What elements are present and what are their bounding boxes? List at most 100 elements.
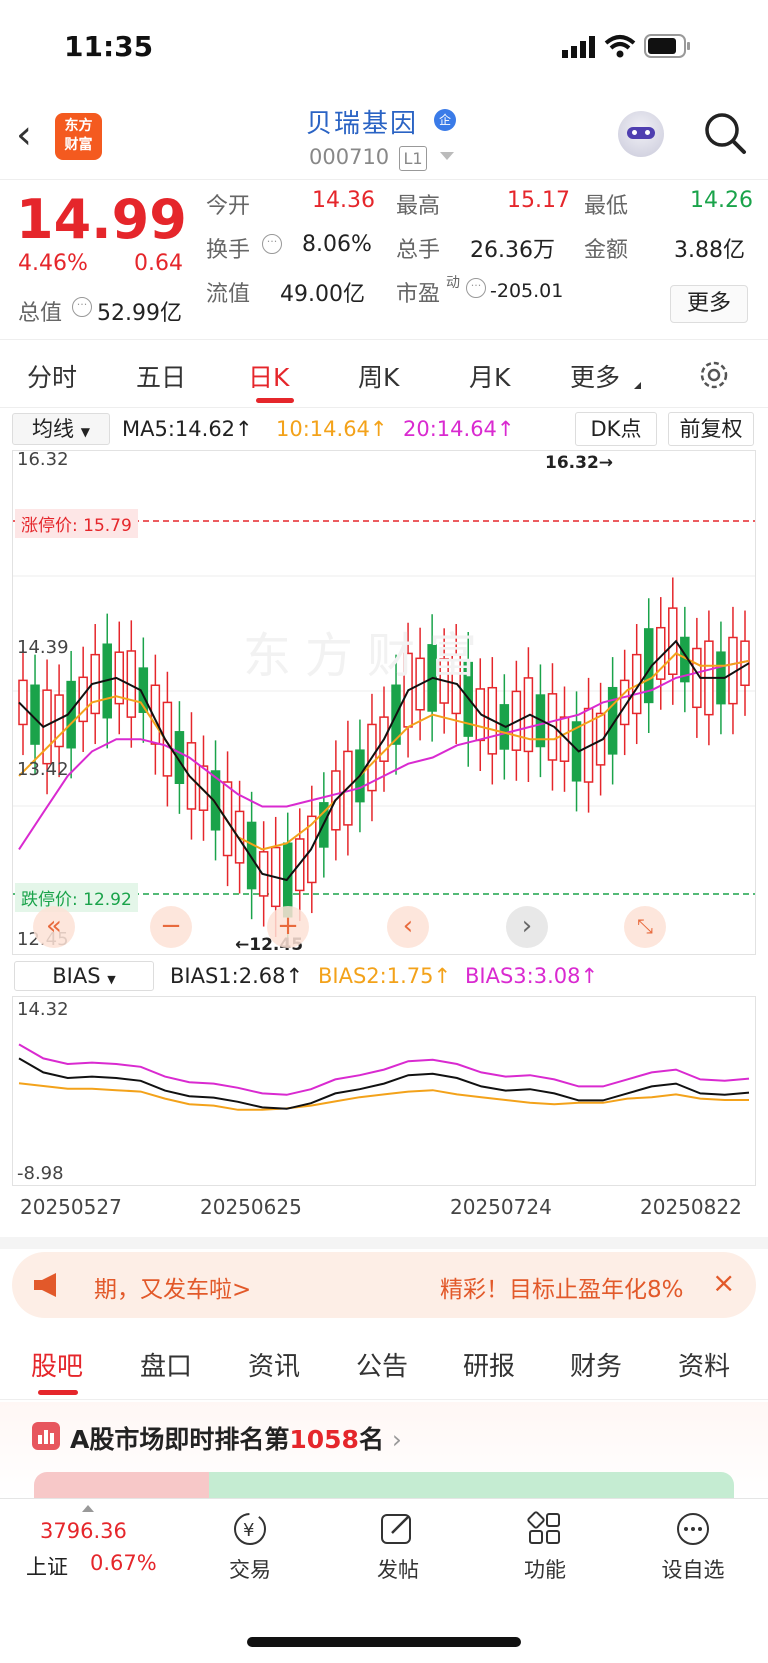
more-button[interactable]: 更多 [670, 285, 748, 323]
level-badge[interactable]: L1 [399, 146, 427, 171]
app-logo[interactable]: 东方 财富 [55, 113, 102, 160]
tab-intraday[interactable]: 分时 [27, 358, 77, 394]
indicator-select-label: 均线 [32, 417, 75, 441]
info-icon[interactable]: ··· [466, 278, 486, 298]
mktcap-value: 52.99亿 [97, 301, 182, 326]
trade-button[interactable]: ¥ 交易 [195, 1511, 305, 1584]
watermark: 东方财富 [243, 628, 492, 684]
indicator-select[interactable]: 均线 ▼ [12, 413, 110, 445]
signal-icon [562, 36, 595, 58]
bias-y-top: 14.32 [17, 999, 69, 1020]
tab-profile[interactable]: 资料 [678, 1346, 730, 1383]
limit-up-label: 涨停价: 15.79 [15, 509, 138, 538]
more-corner-icon [634, 382, 641, 389]
index-name: 上证 [26, 1555, 68, 1579]
amount-value: 3.88亿 [674, 238, 745, 263]
trade-yen-icon: ¥ [234, 1513, 266, 1545]
zoom-out-button[interactable]: − [150, 906, 192, 948]
status-bar: 11:35 [0, 0, 768, 95]
date-tick: 20250822 [640, 1195, 742, 1219]
adjust-button[interactable]: 前复权 [668, 412, 754, 446]
bias-legend-bar: BIAS ▼ BIAS1:2.68↑ BIAS2:1.75↑ BIAS3:3.0… [0, 958, 768, 996]
info-tabs: 股吧 盘口 资讯 公告 研报 财务 资料 [0, 1330, 768, 1400]
low-label: 最低 [584, 194, 629, 219]
tab-finance[interactable]: 财务 [570, 1346, 622, 1383]
y-axis-tick: 13.42 [17, 759, 69, 780]
y-axis-tick: 14.39 [17, 637, 69, 658]
expand-up-icon[interactable] [82, 1505, 94, 1512]
rank-prefix: A股市场即时排名第 [70, 1425, 290, 1454]
tab-more[interactable]: 更多 [570, 358, 620, 394]
tab-news[interactable]: 资讯 [248, 1346, 300, 1383]
low-value: 14.26 [690, 188, 753, 213]
float-value: 49.00亿 [280, 282, 365, 307]
period-tabs: 分时 五日 日K 周K 月K 更多 [0, 340, 768, 408]
zoom-in-button[interactable]: + [267, 906, 309, 948]
post-button[interactable]: 发帖 [343, 1511, 453, 1584]
tab-weekly-k[interactable]: 周K [358, 358, 399, 394]
status-time: 11:35 [64, 30, 154, 63]
quote-panel: 14.99 4.46% 0.64 总值 ··· 52.99亿 今开 14.36 … [0, 180, 768, 340]
index-value[interactable]: 3796.36 [40, 1519, 127, 1543]
fullscreen-button[interactable]: ⤡ [624, 906, 666, 948]
ma5-value: MA5:14.62↑ [122, 417, 253, 441]
bias3-line [18, 1043, 750, 1096]
ma-legend-bar: 均线 ▼ MA5:14.62↑ 10:14.64↑ 20:14.64↑ DK点 … [0, 410, 768, 450]
megaphone-icon [34, 1273, 56, 1297]
promo-banner[interactable]: 期，又发车啦> 精彩！目标止盈年化8% × [12, 1252, 756, 1318]
date-tick: 20250527 [20, 1195, 122, 1219]
info-icon[interactable]: ··· [72, 297, 92, 317]
tab-five-day[interactable]: 五日 [136, 358, 186, 394]
functions-label: 功能 [524, 1558, 566, 1582]
watchlist-label: 设自选 [661, 1558, 725, 1582]
tab-announcements[interactable]: 公告 [356, 1346, 408, 1383]
info-icon[interactable]: ··· [262, 234, 282, 254]
volume-label: 总手 [396, 238, 441, 263]
tab-pankou[interactable]: 盘口 [140, 1346, 192, 1383]
kline-chart[interactable]: 东方财富 16.32 15.35 14.39 13.42 12.45 涨停价: … [12, 449, 756, 955]
rank-number: 1058 [289, 1425, 359, 1454]
stock-name: 贝瑞基因 [306, 109, 419, 139]
trade-label: 交易 [229, 1558, 271, 1582]
bias-select[interactable]: BIAS ▼ [14, 961, 154, 991]
high-label: 最高 [396, 194, 441, 219]
post-label: 发帖 [377, 1558, 419, 1582]
next-button[interactable]: › [506, 906, 548, 948]
dropdown-icon: ▼ [107, 973, 116, 986]
tab-research[interactable]: 研报 [463, 1346, 515, 1383]
last-price: 14.99 [16, 188, 187, 251]
promo-left-text: 期，又发车啦> [94, 1277, 252, 1303]
bias1-value: BIAS1:2.68↑ [170, 964, 304, 988]
dropdown-icon: ▼ [80, 425, 90, 439]
open-value: 14.36 [312, 188, 375, 213]
bias-chart[interactable]: 14.32 -8.98 [12, 996, 756, 1186]
settings-gear-icon[interactable] [697, 358, 731, 392]
wifi-icon [604, 35, 636, 58]
rewind-button[interactable]: « [33, 906, 75, 948]
tab-daily-k[interactable]: 日K [248, 358, 289, 394]
promo-close-icon[interactable]: × [712, 1266, 735, 1299]
add-watchlist-button[interactable]: 设自选 [638, 1511, 748, 1584]
prev-button[interactable]: ‹ [387, 906, 429, 948]
ma10-value: 10:14.64↑ [276, 417, 388, 441]
pe-label: 市盈 [396, 282, 441, 307]
bias-y-bottom: -8.98 [17, 1163, 64, 1184]
dropdown-icon[interactable] [440, 152, 454, 160]
rank-progress-bar [34, 1472, 734, 1498]
dk-point-label: DK点 [590, 417, 642, 441]
enterprise-badge: 企 [434, 109, 456, 131]
tab-guba[interactable]: 股吧 [31, 1346, 83, 1383]
bias2-value: BIAS2:1.75↑ [318, 964, 452, 988]
dk-point-button[interactable]: DK点 [575, 412, 657, 446]
rank-card[interactable]: A股市场即时排名第1058名 › [0, 1402, 768, 1498]
search-icon[interactable] [703, 111, 747, 155]
robot-avatar-icon[interactable] [618, 111, 664, 157]
functions-button[interactable]: 功能 [490, 1511, 600, 1584]
change-amount: 0.64 [134, 251, 183, 276]
rank-suffix: 名 [358, 1425, 384, 1454]
amount-label: 金额 [584, 238, 629, 263]
active-subtab-indicator [38, 1390, 78, 1395]
edit-icon [381, 1514, 411, 1544]
back-icon[interactable]: ‹ [16, 115, 32, 155]
tab-monthly-k[interactable]: 月K [469, 358, 510, 394]
